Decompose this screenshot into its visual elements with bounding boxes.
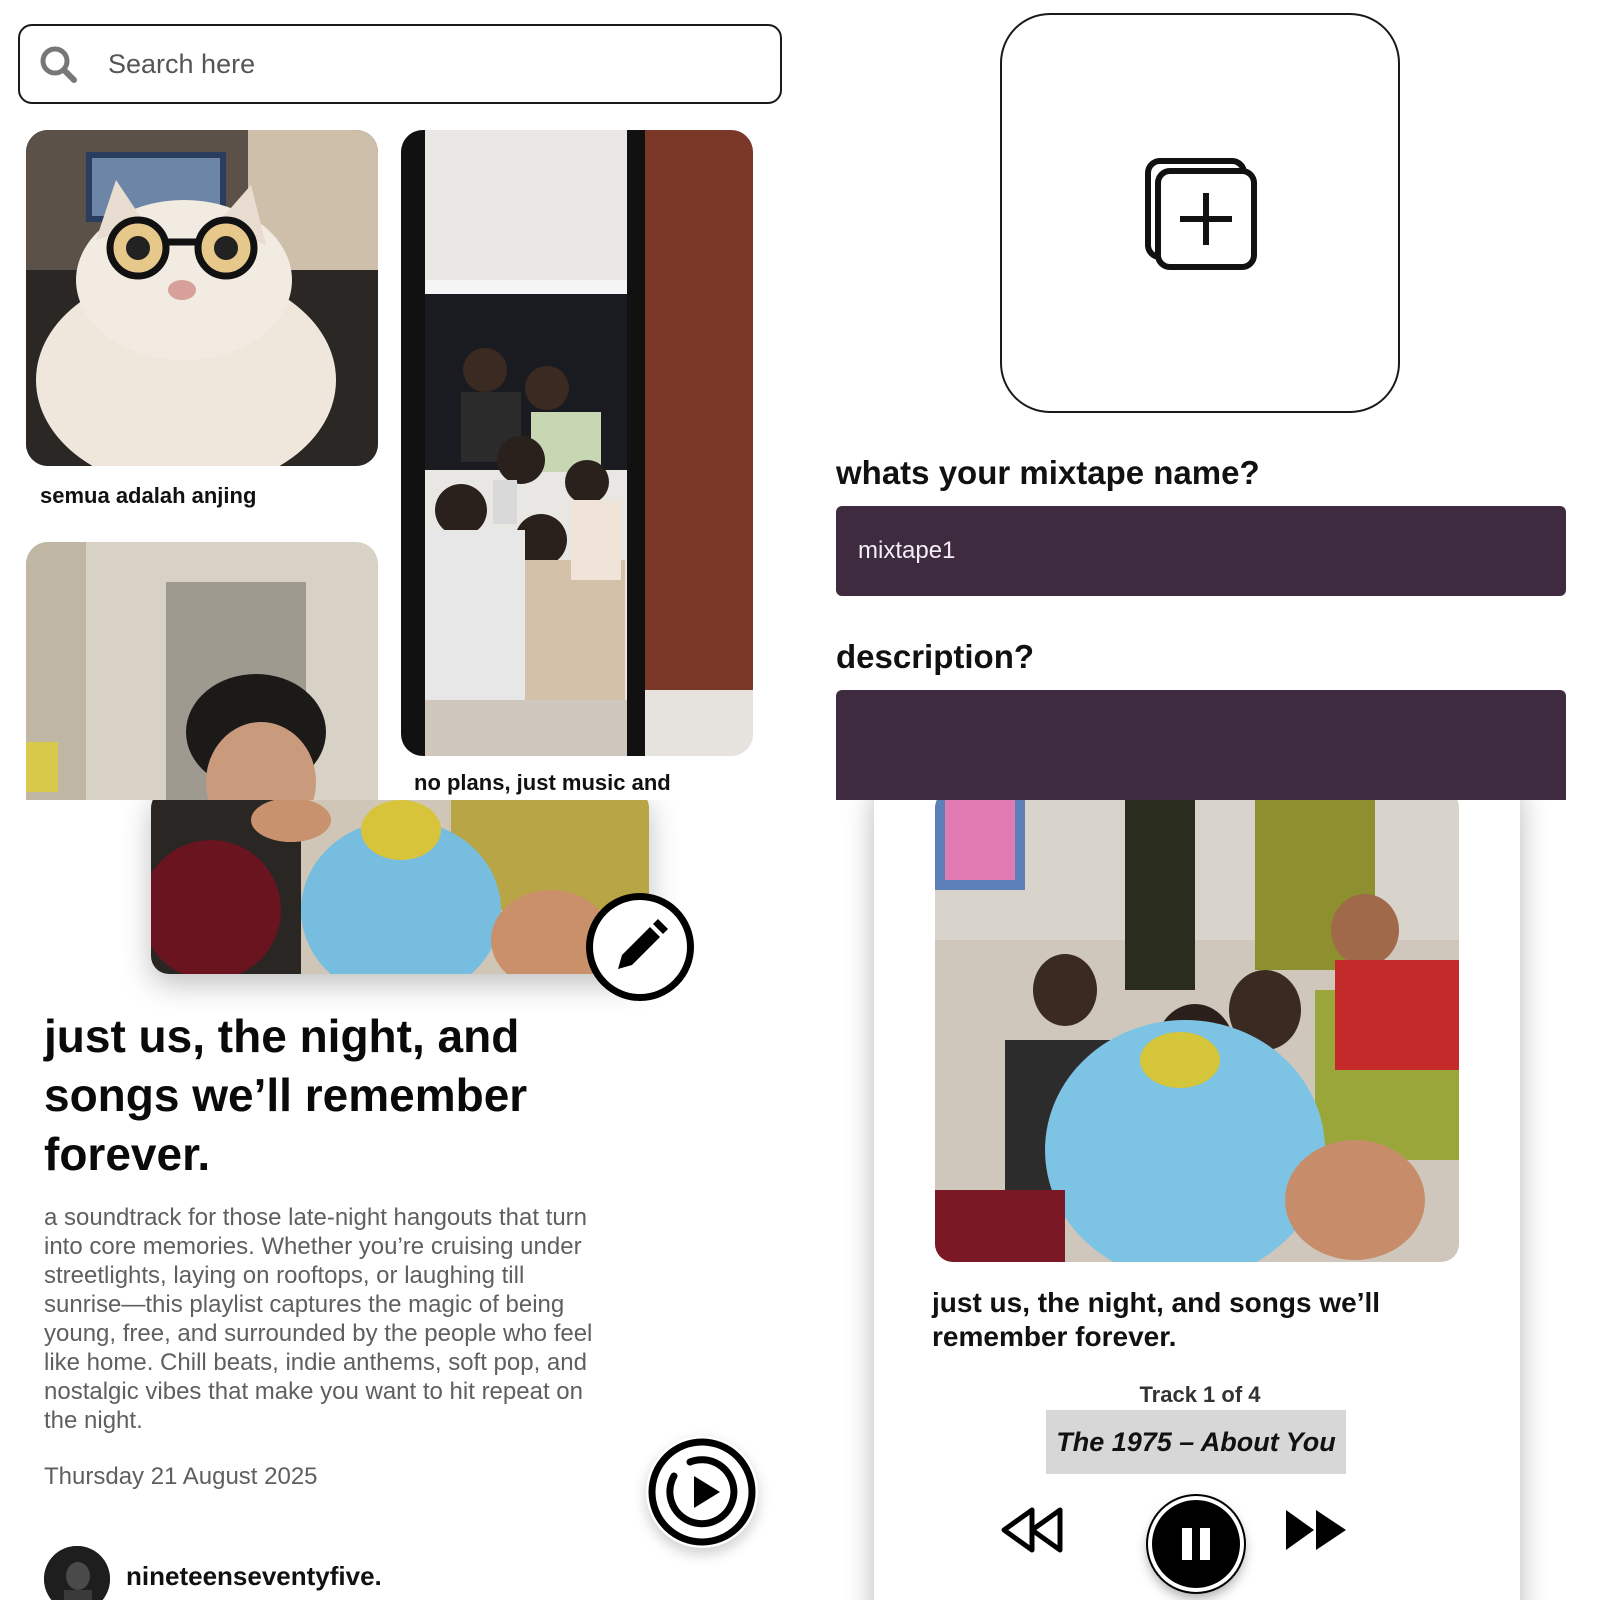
mixtape-name-field[interactable]: mixtape1 — [836, 506, 1566, 596]
add-image-icon — [1145, 158, 1257, 270]
explore-screen: semua adalah anjing — [0, 0, 800, 800]
edit-button[interactable] — [586, 893, 694, 1001]
feed-photo-group[interactable] — [401, 130, 753, 756]
description-label: description? — [836, 638, 1035, 675]
mixtape-name-value: mixtape1 — [858, 537, 956, 564]
rewind-button[interactable] — [1000, 1506, 1064, 1554]
feed-caption: semua adalah anjing — [40, 483, 257, 508]
fast-forward-button[interactable] — [1284, 1508, 1348, 1552]
description-field[interactable] — [836, 690, 1566, 800]
mixtape-description: a soundtrack for those late-night hangou… — [44, 1204, 593, 1434]
feed-caption: no plans, just music and — [414, 770, 671, 795]
avatar[interactable] — [44, 1546, 110, 1600]
player-screen: just us, the night, and songs we’ll reme… — [800, 800, 1600, 1600]
cover-upload-button[interactable] — [1000, 13, 1400, 413]
rewind-icon — [1001, 1507, 1063, 1553]
search-input[interactable] — [108, 48, 708, 80]
feed-photo-cat[interactable] — [26, 130, 378, 466]
mixtape-name-label: whats your mixtape name? — [836, 454, 1260, 491]
fast-forward-icon — [1286, 1510, 1346, 1550]
mixtape-title: just us, the night, and songs we’ll reme… — [44, 1010, 528, 1180]
player-cover-image — [935, 800, 1459, 1262]
create-mixtape-screen: whats your mixtape name? mixtape1 descri… — [800, 0, 1600, 800]
track-counter: Track 1 of 4 — [1139, 1382, 1261, 1407]
mixtape-date: Thursday 21 August 2025 — [44, 1463, 318, 1490]
search-bar[interactable] — [18, 24, 782, 104]
player-mixtape-title: just us, the night, and songs we’ll reme… — [932, 1287, 1381, 1352]
play-button[interactable] — [646, 1436, 758, 1548]
pencil-icon — [618, 919, 668, 969]
pause-button[interactable] — [1146, 1494, 1246, 1594]
pause-icon — [1182, 1528, 1210, 1560]
feed-photo-portrait[interactable] — [26, 542, 378, 800]
mixtape-cover-image — [151, 800, 649, 974]
current-track: The 1975 – About You — [1046, 1410, 1346, 1474]
mixtape-detail-screen: just us, the night, and songs we’ll reme… — [0, 800, 800, 1600]
play-icon — [648, 1438, 756, 1546]
search-icon — [40, 46, 77, 83]
username[interactable]: nineteenseventyfive. — [126, 1561, 382, 1592]
